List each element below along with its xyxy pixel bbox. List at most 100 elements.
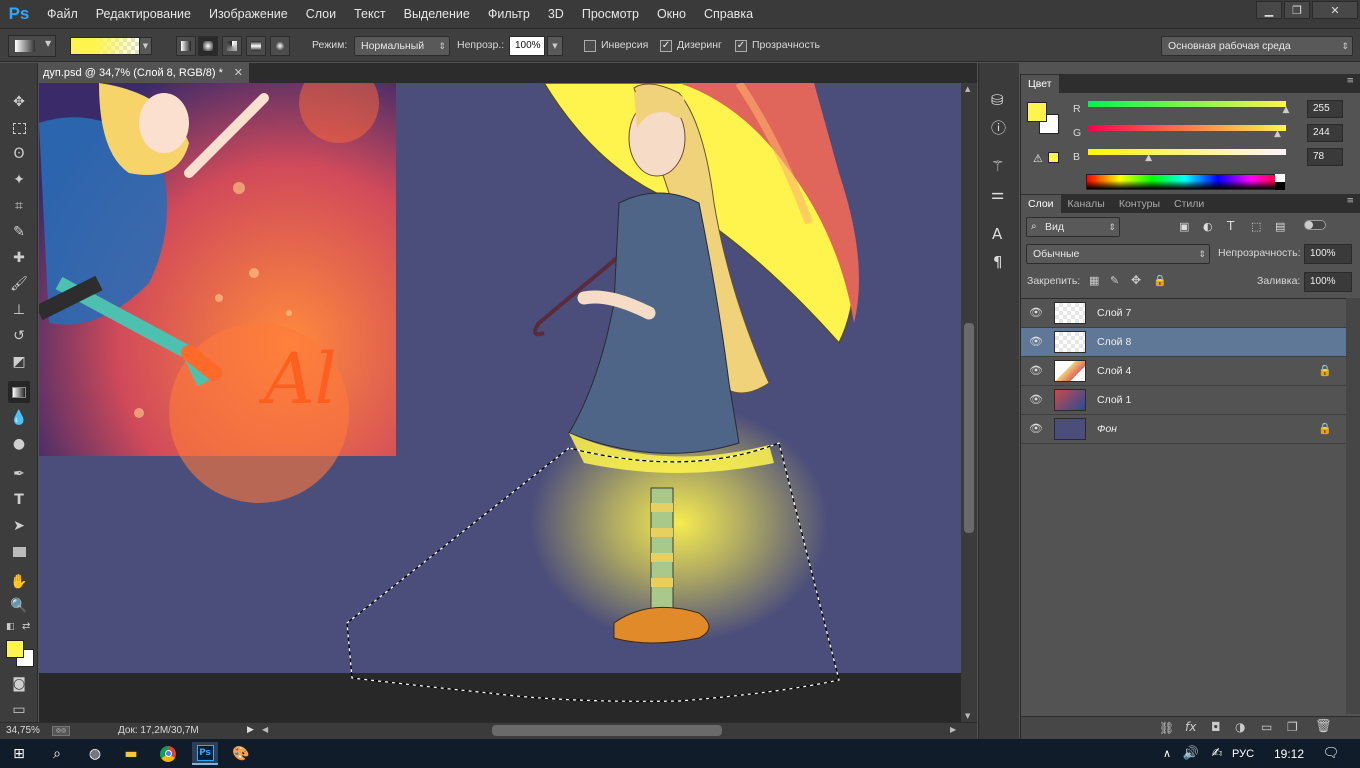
gradient-tool-preset-button[interactable]: ▼ bbox=[8, 35, 56, 57]
menu-item-1[interactable]: Редактирование bbox=[87, 0, 200, 28]
windows-start-icon[interactable]: ⊞ bbox=[6, 742, 32, 765]
gradient-picker[interactable]: ▼ bbox=[70, 37, 152, 55]
fill-input[interactable]: 100% bbox=[1304, 272, 1352, 292]
reflected-gradient-button[interactable] bbox=[246, 36, 266, 56]
chrome-icon[interactable] bbox=[155, 742, 181, 765]
restore-button[interactable]: ❐ bbox=[1284, 1, 1310, 19]
angle-gradient-button[interactable] bbox=[222, 36, 242, 56]
blur-tool-icon[interactable]: 💧 bbox=[8, 407, 30, 429]
white-swatch[interactable] bbox=[1275, 174, 1285, 182]
layers-scrollbar[interactable] bbox=[1346, 298, 1360, 714]
eraser-tool-icon[interactable]: ◩ bbox=[8, 351, 30, 373]
close-tab-icon[interactable]: ✕ bbox=[234, 63, 243, 83]
document-tab[interactable]: дуп.psd @ 34,7% (Слой 8, RGB/8) * ✕ bbox=[39, 63, 249, 83]
scroll-left-icon[interactable]: ◀ bbox=[262, 725, 268, 734]
tab-channels[interactable]: Каналы bbox=[1061, 195, 1112, 213]
smart-object-filter-icon[interactable]: ▤ bbox=[1275, 220, 1285, 233]
lock-image-icon[interactable]: ✎ bbox=[1110, 274, 1119, 287]
screen-mode-icon[interactable]: ▭ bbox=[8, 699, 30, 721]
layer-row[interactable]: 👁 Слой 8 bbox=[1021, 328, 1346, 357]
paragraph-panel-icon[interactable]: ¶ bbox=[993, 253, 1003, 271]
r-slider-handle[interactable]: ▲ bbox=[1283, 105, 1290, 115]
zoom-level[interactable]: 34,75% bbox=[6, 725, 40, 736]
rectangle-tool-icon[interactable] bbox=[8, 541, 30, 563]
visibility-eye-icon[interactable]: 👁 bbox=[1029, 306, 1043, 320]
color-spectrum[interactable] bbox=[1086, 174, 1284, 190]
clone-stamp-tool-icon[interactable]: ⊥ bbox=[8, 299, 30, 321]
minimize-button[interactable]: ▁ bbox=[1256, 1, 1282, 19]
tab-styles[interactable]: Стили bbox=[1167, 195, 1211, 213]
visibility-eye-icon[interactable]: 👁 bbox=[1029, 393, 1043, 407]
menu-item-3[interactable]: Слои bbox=[297, 0, 345, 28]
brush-tool-icon[interactable]: 🖌 bbox=[8, 273, 30, 295]
healing-brush-tool-icon[interactable]: ✚ bbox=[8, 247, 30, 269]
menu-item-9[interactable]: Окно bbox=[648, 0, 695, 28]
new-adjustment-layer-icon[interactable]: ◑ bbox=[1235, 720, 1245, 734]
visibility-eye-icon[interactable]: 👁 bbox=[1029, 422, 1043, 436]
history-panel-icon[interactable]: ⛁ bbox=[991, 91, 1004, 109]
transparency-checkbox[interactable]: ✓ bbox=[735, 40, 747, 52]
mode-select[interactable]: Нормальный bbox=[354, 36, 450, 56]
diamond-gradient-button[interactable] bbox=[270, 36, 290, 56]
tab-color[interactable]: Цвет bbox=[1021, 75, 1059, 93]
status-menu-icon[interactable]: ▶ bbox=[247, 725, 254, 735]
info-panel-icon[interactable]: ⓘ bbox=[991, 117, 1006, 138]
search-icon[interactable]: ⌕ bbox=[44, 742, 70, 765]
lasso-tool-icon[interactable]: ʘ bbox=[8, 143, 30, 165]
b-slider[interactable]: ▲ bbox=[1088, 149, 1286, 163]
lock-position-icon[interactable]: ✥ bbox=[1131, 273, 1141, 287]
inverse-checkbox[interactable] bbox=[584, 40, 596, 52]
clock[interactable]: 19:12 bbox=[1270, 742, 1308, 765]
g-slider-handle[interactable]: ▲ bbox=[1274, 129, 1281, 139]
vertical-scroll-thumb[interactable] bbox=[964, 323, 974, 533]
link-layers-icon[interactable]: ⛓ bbox=[1159, 721, 1174, 735]
layer-name[interactable]: Слой 4 bbox=[1097, 365, 1131, 377]
horizontal-scroll-thumb[interactable] bbox=[492, 725, 722, 736]
trash-icon[interactable]: 🗑 bbox=[1315, 719, 1332, 734]
black-swatch[interactable] bbox=[1275, 182, 1285, 190]
fx-icon[interactable]: fx bbox=[1185, 720, 1196, 734]
b-value-input[interactable]: 78 bbox=[1307, 148, 1343, 166]
show-hidden-icons[interactable]: ∧ bbox=[1154, 742, 1180, 765]
g-slider[interactable]: ▲ bbox=[1088, 125, 1286, 139]
shape-filter-icon[interactable]: ⬚ bbox=[1251, 220, 1261, 233]
pixel-filter-icon[interactable]: ▣ bbox=[1179, 220, 1189, 233]
notifications-icon[interactable]: 🗨 bbox=[1318, 742, 1344, 765]
vertical-scrollbar[interactable]: ▲ ▼ bbox=[961, 83, 977, 722]
history-brush-tool-icon[interactable]: ↺ bbox=[8, 325, 30, 347]
close-button[interactable]: ✕ bbox=[1312, 1, 1358, 19]
crop-tool-icon[interactable]: ⌗ bbox=[8, 195, 30, 217]
scroll-down-icon[interactable]: ▼ bbox=[965, 712, 970, 720]
opacity-field[interactable]: 100% ▼ bbox=[509, 36, 563, 56]
layer-row[interactable]: 👁 Слой 4 🔒 bbox=[1021, 357, 1346, 386]
menu-item-6[interactable]: Фильтр bbox=[479, 0, 539, 28]
workspace-select[interactable]: Основная рабочая среда bbox=[1161, 36, 1353, 56]
scroll-up-icon[interactable]: ▲ bbox=[965, 85, 970, 93]
hand-tool-icon[interactable]: ✋ bbox=[8, 571, 30, 593]
path-selection-tool-icon[interactable]: ➤ bbox=[8, 515, 30, 537]
type-filter-icon[interactable]: T bbox=[1227, 219, 1234, 233]
lock-transparent-icon[interactable]: ▦ bbox=[1089, 274, 1099, 287]
visibility-eye-icon[interactable]: 👁 bbox=[1029, 335, 1043, 349]
menu-item-5[interactable]: Выделение bbox=[395, 0, 479, 28]
r-value-input[interactable]: 255 bbox=[1307, 100, 1343, 118]
menu-item-4[interactable]: Текст bbox=[345, 0, 394, 28]
move-tool-icon[interactable]: ✥ bbox=[8, 91, 30, 113]
lock-all-icon[interactable]: 🔒 bbox=[1153, 274, 1167, 287]
canvas-area[interactable]: Al bbox=[39, 83, 961, 722]
photoshop-taskbar-icon[interactable]: Ps bbox=[192, 742, 218, 765]
foreground-color-swatch[interactable] bbox=[6, 640, 24, 658]
panel-menu-icon[interactable]: ≡ bbox=[1346, 76, 1354, 86]
layer-filter-select[interactable]: ⌕ Вид bbox=[1026, 217, 1120, 237]
linear-gradient-button[interactable] bbox=[176, 36, 196, 56]
radial-gradient-button[interactable] bbox=[198, 36, 218, 56]
file-explorer-icon[interactable]: ▬ bbox=[118, 742, 144, 765]
layer-name[interactable]: Слой 1 bbox=[1097, 394, 1131, 406]
menu-item-7[interactable]: 3D bbox=[539, 0, 573, 28]
filter-toggle[interactable] bbox=[1304, 220, 1326, 230]
blend-mode-select[interactable]: Обычные bbox=[1026, 244, 1210, 264]
steam-icon[interactable]: ◍ bbox=[82, 742, 108, 765]
pen-input-icon[interactable]: ✍ bbox=[1204, 742, 1230, 765]
adjustment-filter-icon[interactable]: ◐ bbox=[1203, 220, 1213, 233]
pen-tool-icon[interactable]: ✒ bbox=[8, 463, 30, 485]
